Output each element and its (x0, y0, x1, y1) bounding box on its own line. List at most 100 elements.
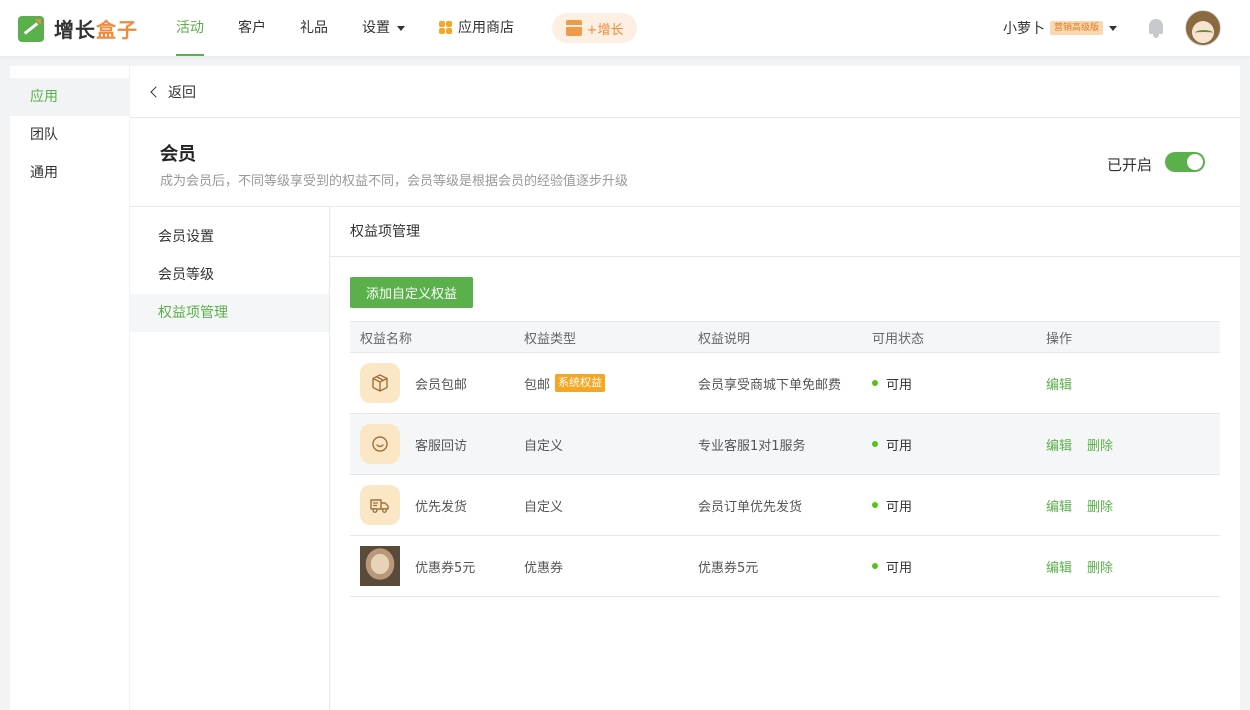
benefit-type: 自定义 (524, 438, 564, 454)
plan-badge: 营销高级版 (1050, 21, 1104, 35)
benefit-name: 优先发货 (415, 499, 468, 515)
top-navigation-bar: 增长盒子 活动 客户 礼品 设置 应用商店 +增长 小萝卜 营销高级版 (0, 0, 1250, 56)
benefit-description: 会员享受商城下单免邮费 (698, 377, 842, 393)
column-header: 权益说明 (698, 331, 751, 347)
app-grid-icon (439, 21, 452, 34)
sidebar-item-general[interactable]: 通用 (10, 154, 129, 192)
table-row: 客服回访 自定义 专业客服1对1服务 可用 编辑 删除 (350, 414, 1220, 475)
nav-item-label: 客户 (238, 20, 266, 36)
status-cell: 可用 (872, 496, 1046, 515)
growth-logo-icon (18, 15, 44, 42)
bell-icon[interactable] (1146, 17, 1166, 39)
brand-logo[interactable]: 增长盒子 (18, 14, 138, 43)
status-dot (872, 563, 878, 569)
add-custom-benefit-button[interactable]: 添加自定义权益 (350, 277, 473, 308)
toggle-status-label: 已开启 (1107, 156, 1153, 174)
subnav-item-member-levels[interactable]: 会员等级 (130, 256, 329, 294)
chevron-down-icon (1109, 25, 1118, 31)
status-cell: 可用 (872, 557, 1046, 576)
sidebar-item-label: 应用 (30, 89, 58, 105)
actions-cell: 编辑 删除 (1046, 496, 1220, 515)
table-row: 会员包邮 包邮 系统权益 会员享受商城下单免邮费 可用 编辑 (350, 353, 1220, 414)
benefit-name: 优惠券5元 (415, 560, 476, 576)
sidebar-item-team[interactable]: 团队 (10, 116, 129, 154)
toggle-knob (1187, 154, 1203, 170)
status-text: 可用 (886, 499, 913, 515)
sub-navigation: 会员设置 会员等级 权益项管理 (130, 207, 330, 710)
column-header: 操作 (1046, 331, 1073, 347)
main-panel: 返回 会员 成为会员后，不同等级享受到的权益不同，会员等级是根据会员的经验值逐步… (130, 66, 1240, 710)
system-benefit-tag: 系统权益 (555, 374, 606, 392)
subnav-item-label: 会员设置 (158, 229, 214, 245)
chevron-down-icon (397, 25, 405, 31)
nav-item-customers[interactable]: 客户 (238, 0, 266, 56)
nav-item-label: 活动 (176, 20, 204, 36)
nav-item-settings[interactable]: 设置 (362, 0, 405, 56)
benefit-type: 包邮 (524, 377, 551, 393)
benefit-description: 会员订单优先发货 (698, 499, 803, 515)
coupon-photo (360, 546, 400, 586)
grow-button[interactable]: +增长 (552, 13, 637, 43)
brand-name-part2: 盒子 (96, 18, 138, 42)
edit-link[interactable]: 编辑 (1046, 374, 1072, 393)
benefit-name-cell: 优惠券5元 (350, 546, 524, 586)
benefit-name: 客服回访 (415, 438, 468, 454)
benefit-type: 自定义 (524, 499, 564, 515)
delete-link[interactable]: 删除 (1087, 496, 1113, 515)
benefit-name-cell: 优先发货 (350, 485, 524, 525)
page-description: 成为会员后，不同等级享受到的权益不同，会员等级是根据会员的经验值逐步升级 (160, 174, 629, 189)
edit-link[interactable]: 编辑 (1046, 435, 1072, 454)
nav-item-activity[interactable]: 活动 (176, 0, 204, 56)
benefit-type-cell: 优惠券 (524, 557, 698, 576)
main-nav: 活动 客户 礼品 设置 应用商店 (176, 0, 548, 56)
actions-cell: 编辑 (1046, 374, 1220, 393)
status-text: 可用 (886, 438, 913, 454)
edit-link[interactable]: 编辑 (1046, 557, 1072, 576)
avatar[interactable] (1185, 10, 1221, 46)
benefit-description: 优惠券5元 (698, 560, 759, 576)
membership-toggle[interactable] (1165, 152, 1205, 172)
page-title: 会员 (160, 144, 196, 165)
chevron-left-icon (150, 85, 162, 98)
delete-link[interactable]: 删除 (1087, 557, 1113, 576)
sidebar-item-apps[interactable]: 应用 (10, 78, 129, 116)
benefit-name: 会员包邮 (415, 377, 468, 393)
edit-link[interactable]: 编辑 (1046, 496, 1072, 515)
delete-link[interactable]: 删除 (1087, 435, 1113, 454)
delivery-truck-icon (360, 485, 400, 525)
benefit-type-cell: 包邮 系统权益 (524, 374, 698, 393)
benefits-table: 权益名称 权益类型 权益说明 可用状态 操作 会员包邮 包邮 系统权益 会员享受… (350, 321, 1220, 597)
subnav-item-label: 会员等级 (158, 267, 214, 283)
column-header: 权益名称 (360, 331, 413, 347)
nav-item-label: 礼品 (300, 20, 328, 36)
table-row: 优先发货 自定义 会员订单优先发货 可用 编辑 删除 (350, 475, 1220, 536)
table-header: 权益名称 权益类型 权益说明 可用状态 操作 (350, 321, 1220, 353)
gift-box-icon (565, 20, 582, 36)
column-header: 权益类型 (524, 331, 577, 347)
subnav-item-member-settings[interactable]: 会员设置 (130, 218, 329, 256)
nav-item-app-store[interactable]: 应用商店 (439, 0, 514, 56)
benefits-content: 权益项管理 添加自定义权益 权益名称 权益类型 权益说明 可用状态 操作 会员包… (330, 207, 1240, 710)
nav-item-label: 应用商店 (458, 20, 514, 36)
back-label: 返回 (168, 84, 196, 101)
benefit-type: 优惠券 (524, 560, 564, 576)
benefit-type-cell: 自定义 (524, 435, 698, 454)
service-icon (360, 424, 400, 464)
grow-button-label: +增长 (586, 22, 624, 38)
brand-name-part1: 增长 (54, 18, 96, 42)
package-icon (360, 363, 400, 403)
status-dot (872, 380, 878, 386)
back-link[interactable]: 返回 (130, 66, 1240, 118)
actions-cell: 编辑 删除 (1046, 435, 1220, 454)
benefit-name-cell: 会员包邮 (350, 363, 524, 403)
benefit-description: 专业客服1对1服务 (698, 438, 806, 454)
brand-name: 增长盒子 (54, 14, 138, 43)
user-menu[interactable]: 小萝卜 营销高级版 (1003, 18, 1118, 38)
nav-item-gifts[interactable]: 礼品 (300, 0, 328, 56)
subnav-item-benefits[interactable]: 权益项管理 (130, 294, 329, 332)
benefit-type-cell: 自定义 (524, 496, 698, 515)
subnav-item-label: 权益项管理 (158, 305, 228, 321)
table-row: 优惠券5元 优惠券 优惠券5元 可用 编辑 删除 (350, 536, 1220, 597)
status-cell: 可用 (872, 374, 1046, 393)
nav-item-label: 设置 (362, 20, 390, 36)
